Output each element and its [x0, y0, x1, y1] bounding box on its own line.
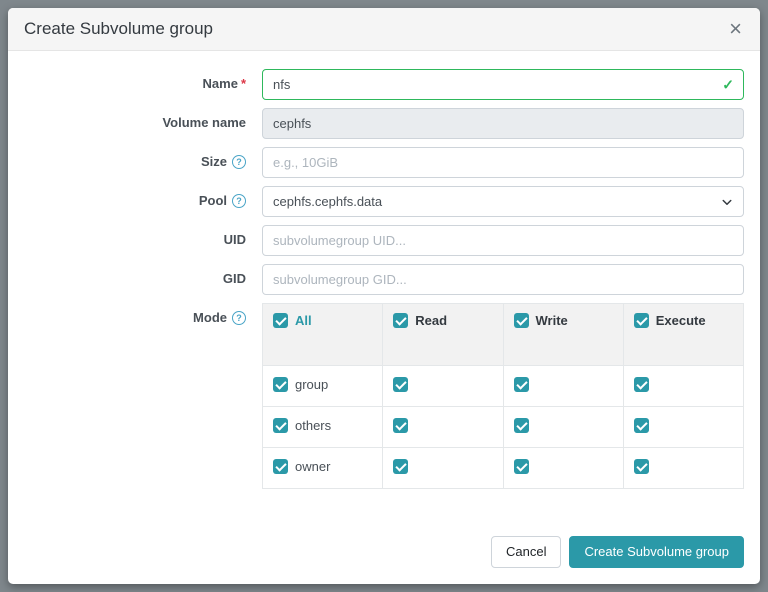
volume-name-label: Volume name [24, 108, 262, 130]
mode-group-write-checkbox[interactable] [513, 377, 529, 392]
mode-group-label: group [295, 377, 329, 392]
size-control [262, 147, 744, 178]
pool-control: cephfs.cephfs.data [262, 186, 744, 217]
help-icon[interactable]: ? [232, 155, 246, 169]
uid-input[interactable] [262, 225, 744, 256]
mode-owner-read-checkbox[interactable] [393, 459, 409, 474]
mode-header-all-checkbox[interactable] [273, 313, 288, 328]
size-label-text: Size [200, 154, 227, 169]
gid-label: GID [24, 264, 262, 286]
mode-label: Mode? [24, 303, 262, 325]
mode-header-write-label: Write [535, 313, 568, 328]
mode-owner-write-checkbox[interactable] [513, 459, 529, 474]
volume-name-control [262, 108, 744, 139]
uid-label-text: UID [223, 232, 246, 247]
name-label-text: Name [202, 76, 238, 91]
mode-table-header-row: All Read Write Execute [261, 303, 745, 366]
cancel-button[interactable]: Cancel [491, 536, 562, 568]
volume-name-label-text: Volume name [162, 115, 246, 130]
gid-control [262, 264, 744, 295]
help-icon[interactable]: ? [232, 194, 246, 208]
name-input[interactable] [262, 69, 744, 100]
mode-header-all-cell: All [261, 303, 384, 366]
pool-label: Pool? [24, 186, 262, 208]
mode-header-execute-cell: Execute [622, 303, 745, 366]
mode-header-read-cell: Read [382, 303, 504, 366]
mode-others-checkbox[interactable] [273, 418, 288, 433]
name-label: Name * [24, 69, 262, 91]
mode-owner-row: owner [261, 447, 745, 489]
gid-field-row: GID [24, 264, 744, 295]
create-subvolume-group-button[interactable]: Create Subvolume group [569, 536, 744, 568]
mode-others-read-checkbox[interactable] [393, 418, 409, 433]
create-subvolume-group-modal: Create Subvolume group × Name* ✓ Volume … [8, 8, 760, 584]
mode-owner-label: owner [295, 459, 331, 474]
uid-field-row: UID [24, 225, 744, 256]
pool-label-text: Pool [198, 193, 227, 208]
size-label: Size? [24, 147, 262, 169]
mode-table: All Read Write Execute group others owne… [261, 303, 745, 489]
mode-group-checkbox[interactable] [273, 377, 288, 392]
chevron-down-icon [722, 199, 732, 205]
mode-others-execute-checkbox[interactable] [633, 418, 649, 433]
help-icon[interactable]: ? [232, 311, 246, 325]
modal-title: Create Subvolume group [24, 19, 214, 38]
name-control: ✓ [262, 69, 744, 100]
mode-label-text: Mode [193, 310, 227, 325]
size-input[interactable] [262, 147, 744, 178]
close-icon[interactable]: × [727, 18, 744, 40]
mode-header-read-checkbox[interactable] [393, 313, 409, 328]
uid-label: UID [24, 225, 262, 247]
gid-label-text: GID [222, 271, 246, 286]
volume-name-input [262, 108, 744, 139]
mode-owner-checkbox[interactable] [273, 459, 288, 474]
volume-name-field-row: Volume name [24, 108, 744, 139]
gid-input[interactable] [262, 264, 744, 295]
mode-header-write-cell: Write [502, 303, 624, 366]
required-asterisk: * [240, 76, 246, 91]
mode-group-read-checkbox[interactable] [393, 377, 409, 392]
modal-footer: Cancel Create Subvolume group [8, 524, 760, 584]
mode-others-label: others [295, 418, 332, 433]
pool-field-row: Pool? cephfs.cephfs.data [24, 186, 744, 217]
modal-body: Name* ✓ Volume name Size? [8, 51, 760, 524]
modal-header: Create Subvolume group × [8, 8, 760, 51]
mode-header-read-label: Read [415, 313, 448, 328]
mode-group-execute-checkbox[interactable] [633, 377, 649, 392]
name-field-row: Name* ✓ [24, 69, 744, 100]
mode-others-row: others [261, 406, 745, 448]
pool-select[interactable]: cephfs.cephfs.data [262, 186, 744, 217]
mode-header-execute-label: Execute [655, 313, 706, 328]
mode-group-row: group [261, 365, 745, 407]
mode-header-execute-checkbox[interactable] [633, 313, 649, 328]
mode-field-row: Mode? All Read Write Execute group other… [24, 303, 745, 489]
mode-others-write-checkbox[interactable] [513, 418, 529, 433]
size-field-row: Size? [24, 147, 744, 178]
mode-control: All Read Write Execute group others owne… [261, 303, 745, 489]
pool-selected-value: cephfs.cephfs.data [273, 194, 383, 209]
uid-control [262, 225, 744, 256]
mode-header-write-checkbox[interactable] [513, 313, 529, 328]
mode-owner-execute-checkbox[interactable] [633, 459, 649, 474]
mode-header-all-label: All [295, 313, 312, 328]
